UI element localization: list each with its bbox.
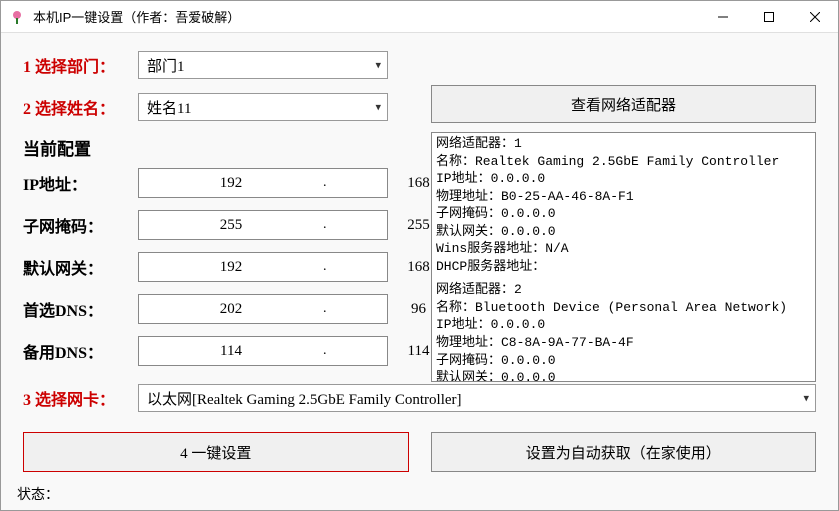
dns2-input[interactable]: . . . bbox=[138, 336, 388, 366]
nic-select[interactable]: 以太网[Realtek Gaming 2.5GbE Family Control… bbox=[138, 384, 816, 412]
titlebar: 本机IP一键设置（作者：吾爱破解） bbox=[1, 1, 838, 33]
label-name: 2 选择姓名： bbox=[23, 95, 138, 119]
adapter-info-panel[interactable]: 网络适配器：1 名称：Realtek Gaming 2.5GbE Family … bbox=[431, 132, 816, 382]
auto-button[interactable]: 设置为自动获取（在家使用） bbox=[431, 432, 817, 472]
chevron-down-icon: ▾ bbox=[375, 101, 381, 114]
window-title: 本机IP一键设置（作者：吾爱破解） bbox=[33, 7, 700, 26]
label-ip: IP地址： bbox=[23, 171, 138, 195]
dept-select-value: 部门1 bbox=[147, 55, 185, 76]
label-dept: 1 选择部门： bbox=[23, 53, 138, 77]
row-name: 2 选择姓名： 姓名11 ▾ bbox=[23, 93, 431, 121]
row-dept: 1 选择部门： 部门1 ▾ bbox=[23, 51, 431, 79]
ip-a[interactable] bbox=[139, 169, 323, 197]
chevron-down-icon: ▾ bbox=[803, 392, 809, 405]
current-config-legend: 当前配置 bbox=[23, 135, 431, 160]
bottom-buttons: 4 一键设置 设置为自动获取（在家使用） bbox=[23, 432, 816, 472]
left-column: 1 选择部门： 部门1 ▾ 2 选择姓名： 姓名11 ▾ 当前配置 IP地址： bbox=[23, 51, 431, 366]
right-top: 查看网络适配器 bbox=[431, 85, 816, 123]
label-gw: 默认网关： bbox=[23, 255, 138, 279]
apply-button[interactable]: 4 一键设置 bbox=[23, 432, 409, 472]
nic-select-value: 以太网[Realtek Gaming 2.5GbE Family Control… bbox=[147, 388, 462, 409]
content-area: 1 选择部门： 部门1 ▾ 2 选择姓名： 姓名11 ▾ 当前配置 IP地址： bbox=[1, 33, 838, 510]
label-mask: 子网掩码： bbox=[23, 213, 138, 237]
gw-input[interactable]: . . . bbox=[138, 252, 388, 282]
app-window: 本机IP一键设置（作者：吾爱破解） 1 选择部门： 部门1 ▾ 2 选择姓名： bbox=[0, 0, 839, 511]
view-adapters-label: 查看网络适配器 bbox=[571, 94, 676, 115]
adapter-block: 网络适配器：2 名称：Bluetooth Device (Personal Ar… bbox=[436, 281, 811, 382]
mask-input[interactable]: . . . bbox=[138, 210, 388, 240]
minimize-button[interactable] bbox=[700, 1, 746, 33]
auto-button-label: 设置为自动获取（在家使用） bbox=[526, 442, 721, 463]
dns2-a[interactable] bbox=[139, 337, 323, 365]
app-icon bbox=[9, 9, 25, 25]
status-label: 状态： bbox=[17, 484, 59, 504]
dept-select[interactable]: 部门1 ▾ bbox=[138, 51, 388, 79]
ip-input[interactable]: . . . bbox=[138, 168, 388, 198]
maximize-button[interactable] bbox=[746, 1, 792, 33]
chevron-down-icon: ▾ bbox=[375, 59, 381, 72]
view-adapters-button[interactable]: 查看网络适配器 bbox=[431, 85, 816, 123]
name-select-value: 姓名11 bbox=[147, 97, 191, 118]
dns1-a[interactable] bbox=[139, 295, 323, 323]
close-button[interactable] bbox=[792, 1, 838, 33]
dns1-input[interactable]: . . . bbox=[138, 294, 388, 324]
adapter-block: 网络适配器：1 名称：Realtek Gaming 2.5GbE Family … bbox=[436, 135, 811, 275]
current-config-group: 当前配置 IP地址： . . . 子网掩码： . . . bbox=[23, 135, 431, 366]
label-dns1: 首选DNS： bbox=[23, 297, 138, 321]
mask-a[interactable] bbox=[139, 211, 323, 239]
apply-button-label: 4 一键设置 bbox=[180, 442, 251, 463]
row-nic: 3 选择网卡： 以太网[Realtek Gaming 2.5GbE Family… bbox=[23, 384, 816, 412]
label-nic: 3 选择网卡： bbox=[23, 386, 138, 410]
label-dns2: 备用DNS： bbox=[23, 339, 138, 363]
name-select[interactable]: 姓名11 ▾ bbox=[138, 93, 388, 121]
gw-a[interactable] bbox=[139, 253, 323, 281]
